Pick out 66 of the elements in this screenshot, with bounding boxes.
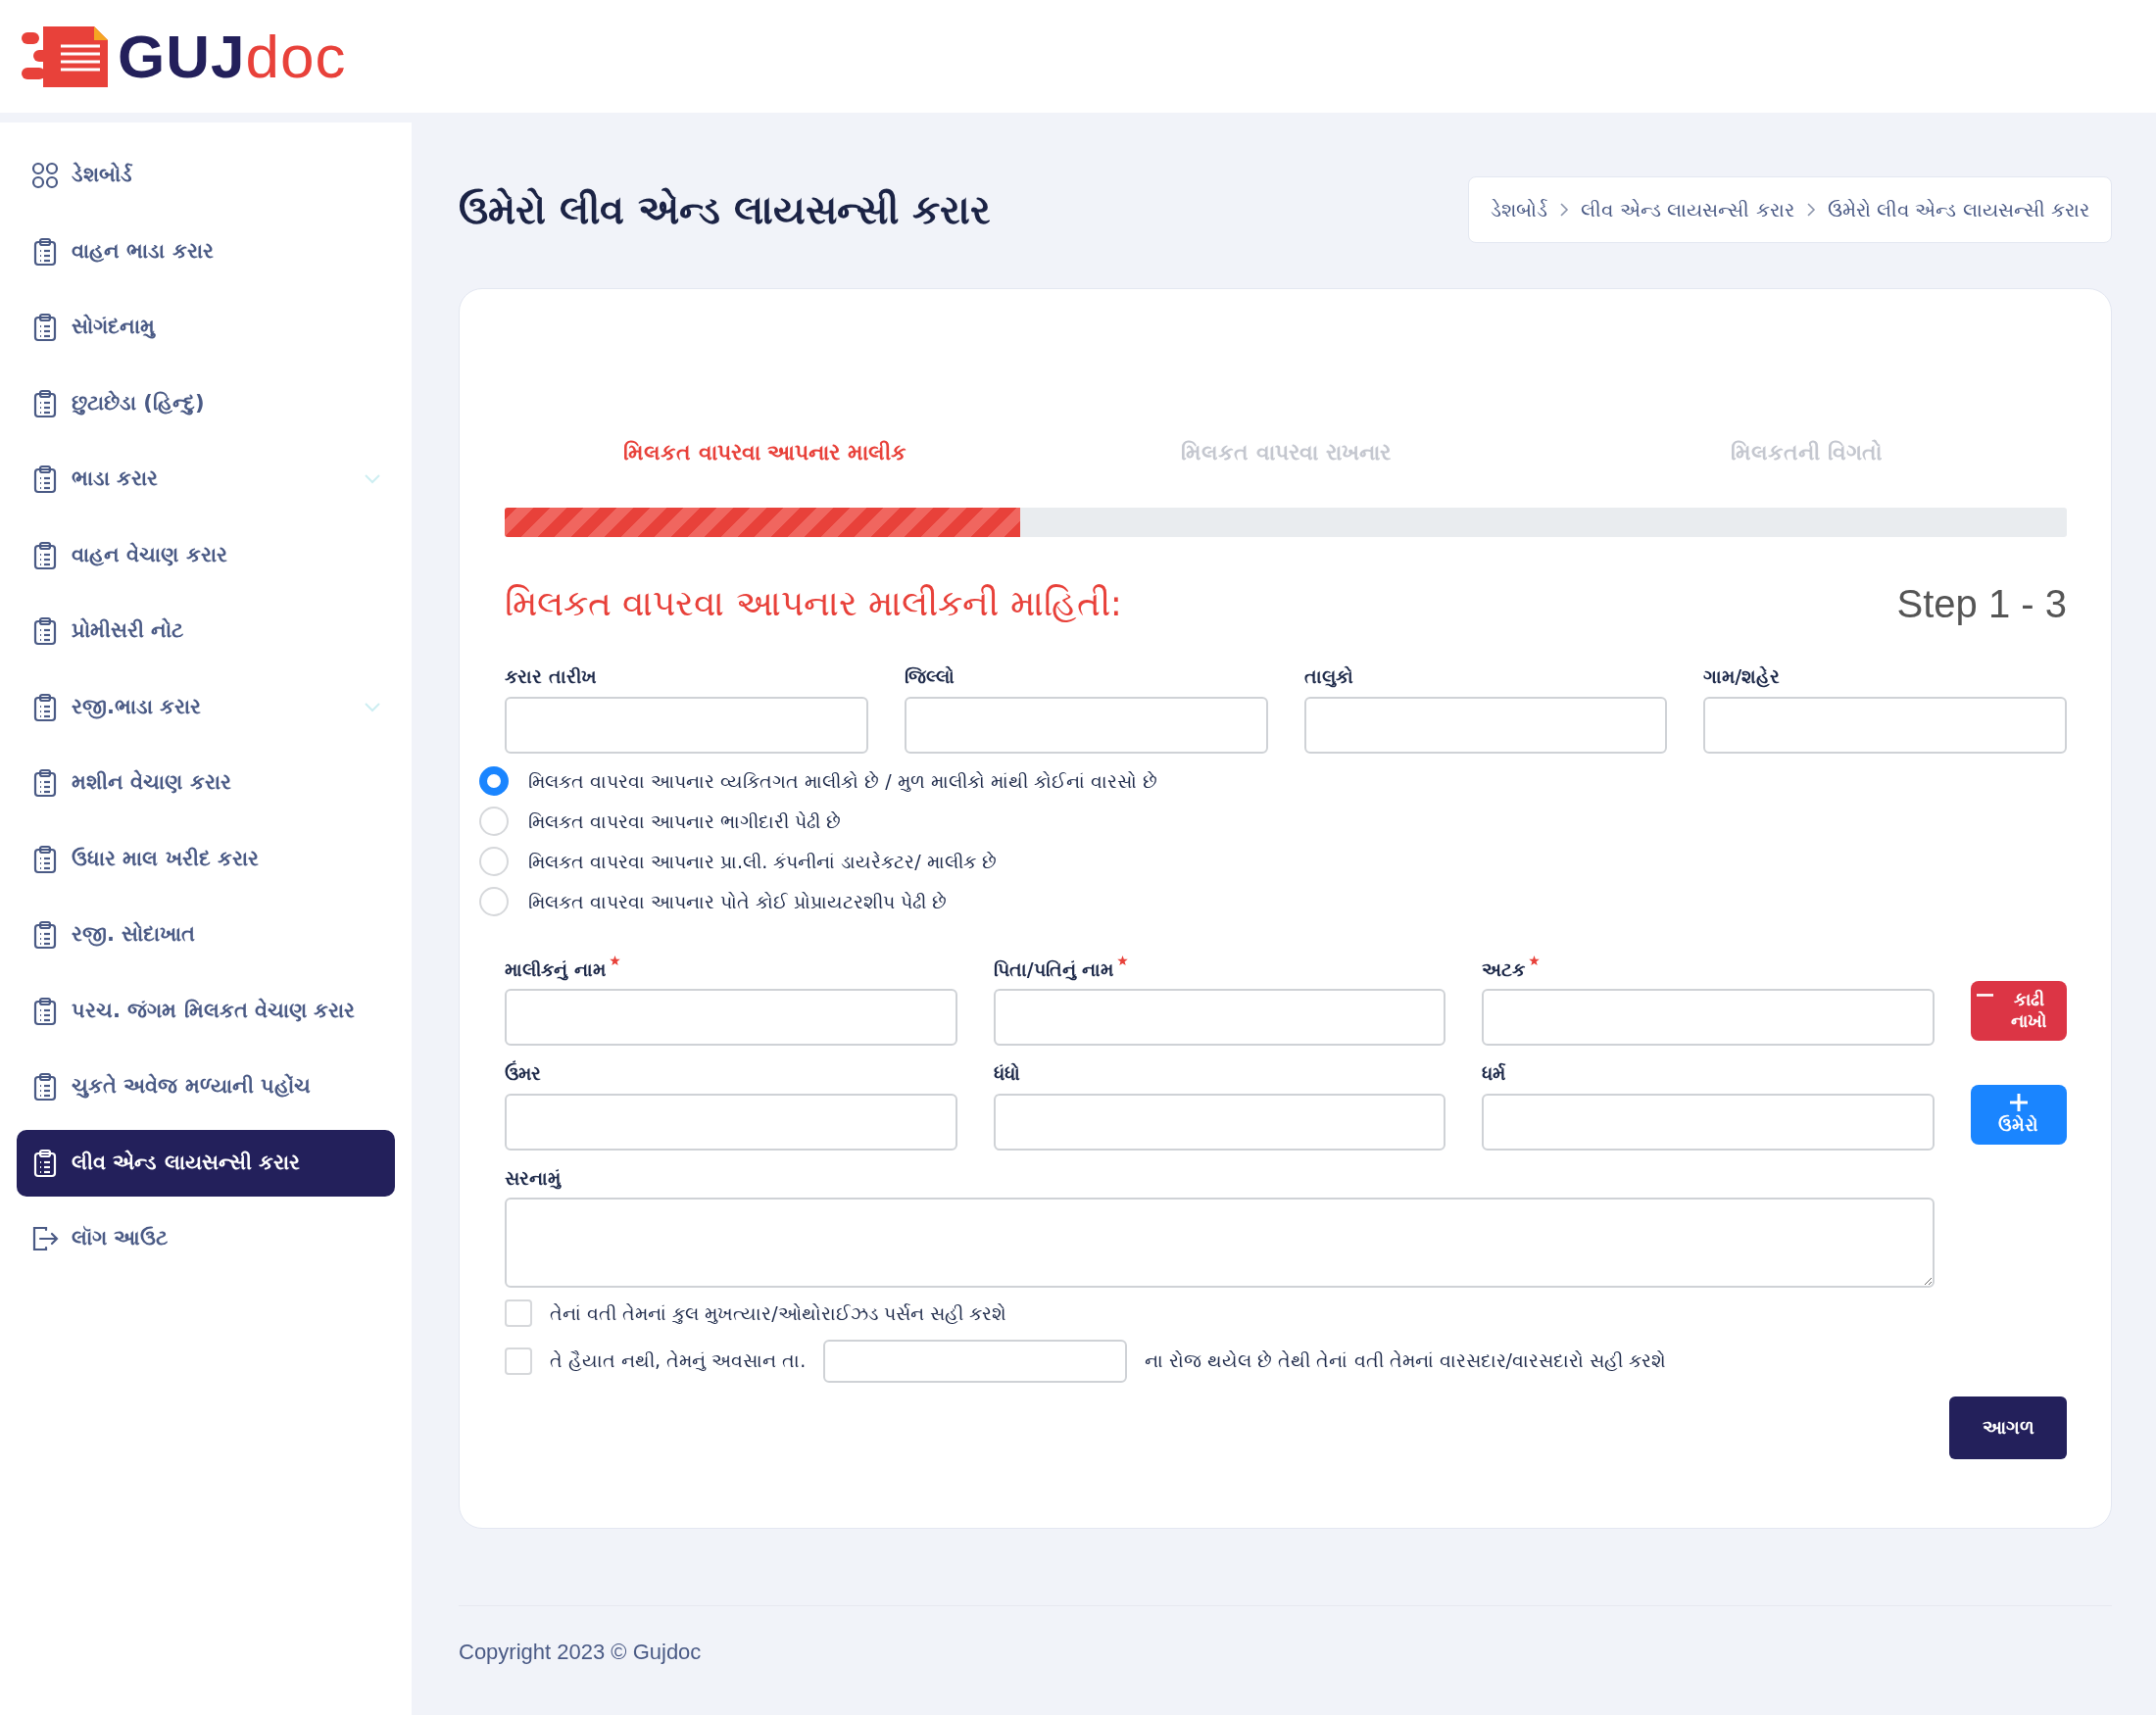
date-field[interactable] bbox=[823, 1339, 1128, 1383]
field-label: પિતા/પતિનું નામ bbox=[993, 956, 1114, 983]
logout-icon bbox=[30, 1224, 60, 1253]
copyright-text: Copyright 2023 © Gujdoc bbox=[459, 1638, 703, 1666]
input-field[interactable] bbox=[993, 989, 1446, 1046]
checkbox[interactable] bbox=[505, 1299, 532, 1328]
field-label: તાલુકો bbox=[1303, 664, 1353, 690]
sidebar-item[interactable]: ઉધાર માલ ખરીદ કરાર bbox=[17, 825, 395, 893]
field-label: ધંધો bbox=[993, 1061, 1020, 1086]
address-field[interactable] bbox=[505, 1198, 1935, 1288]
next-button[interactable]: આગળ bbox=[1949, 1396, 2067, 1459]
checkbox-label: તેનાં વતી તેમનાં કુલ મુખત્યાર/ઓથોરાઈઝડ પર્સન સહી કરશે bbox=[550, 1301, 1006, 1326]
chevron-right-icon bbox=[1559, 202, 1570, 218]
logo-icon bbox=[22, 24, 110, 89]
sidebar-item[interactable]: સોગંદનામુ bbox=[17, 294, 395, 361]
radio-label: મિલકત વાપરવા આપનાર વ્યકિતગત માલીકો છે / મુળ માલીકો માંથી કોઈનાં વારસો છે bbox=[528, 768, 1157, 794]
field-label: કરાર તારીખ bbox=[505, 664, 597, 689]
checkbox-label: તે હૈયાત નથી, તેમનું અવસાન તા. bbox=[550, 1348, 807, 1374]
input-field[interactable] bbox=[904, 696, 1268, 754]
input-field[interactable] bbox=[993, 1093, 1446, 1151]
field-label: સરનામું bbox=[505, 1165, 561, 1192]
field-label: ગામ/શહેર bbox=[1703, 664, 1781, 690]
chevron-right-icon bbox=[1805, 202, 1816, 218]
sidebar-item[interactable]: રજી.ભાડા કરાર bbox=[17, 673, 395, 741]
step-counter: Step 1 - 3 bbox=[1896, 581, 2067, 627]
input-field[interactable] bbox=[505, 1093, 957, 1151]
checkbox-label: ના રોજ થયેલ છે તેથી તેનાં વતી તેમનાં વારસદાર/વારસદારો સહી કરશે bbox=[1145, 1348, 1667, 1374]
breadcrumb-item[interactable]: લીવ એન્ડ લાયસન્સી કરાર bbox=[1581, 195, 1794, 224]
sidebar-item[interactable]: પરચ. જંગમ મિલકત વેચાણ કરાર bbox=[17, 977, 395, 1045]
action-button[interactable]: ઉમેરો bbox=[1971, 1085, 2067, 1145]
action-button[interactable]: કાઢી નાખો bbox=[1971, 980, 2067, 1041]
sidebar-item[interactable]: મશીન વેચાણ કરાર bbox=[17, 750, 395, 816]
sidebar-item[interactable]: લૉગ આઉટ bbox=[17, 1205, 395, 1272]
plus-icon bbox=[2009, 1093, 2029, 1112]
radio-label: મિલકત વાપરવા આપનાર પોતે કોઈ પ્રોપ્રાયટરશીપ પેઢી છે bbox=[528, 889, 948, 914]
sidebar-item[interactable]: વાહન ભાડા કરાર bbox=[17, 218, 395, 285]
sidebar-item[interactable]: ભાડા કરાર bbox=[17, 446, 395, 513]
radio-label: મિલકત વાપરવા આપનાર પ્રા.લી. કંપનીનાં ડાયરેકટર/ માલીક છે bbox=[528, 849, 997, 874]
field-label: ઉંમર bbox=[505, 1059, 541, 1086]
page-title: ઉમેરો લીવ એન્ડ લાયસન્સી કરાર bbox=[459, 186, 991, 233]
breadcrumb-item: ઉમેરો લીવ એન્ડ લાયસન્સી કરાર bbox=[1827, 197, 2089, 223]
input-field[interactable] bbox=[1482, 989, 1935, 1046]
sidebar-item[interactable]: લીવ એન્ડ લાયસન્સી કરાર bbox=[17, 1129, 395, 1197]
sidebar-item[interactable]: રજી. સોદાખાત bbox=[17, 902, 395, 968]
sidebar-item[interactable]: પ્રોમીસરી નોટ bbox=[17, 598, 395, 664]
section-heading: મિલકત વાપરવા આપનાર માલીકની માહિતી: bbox=[505, 582, 1122, 625]
dashboard-icon bbox=[30, 161, 60, 190]
sidebar-item[interactable]: ચુકતે અવેજ મળ્યાની પહોંચ bbox=[17, 1054, 395, 1120]
input-field[interactable] bbox=[1482, 1093, 1935, 1151]
field-label: માલીકનું નામ bbox=[505, 956, 606, 983]
input-field[interactable] bbox=[1303, 696, 1668, 754]
sidebar-item[interactable]: ડેશબોર્ડ bbox=[17, 142, 395, 209]
input-field[interactable] bbox=[1703, 696, 2067, 754]
input-field[interactable] bbox=[505, 696, 868, 754]
logo-text: GUJdoc bbox=[118, 25, 347, 87]
radio-label: મિલકત વાપરવા આપનાર ભાગીદારી પેઢી છે bbox=[528, 808, 842, 834]
radio-button[interactable] bbox=[479, 766, 509, 796]
step-tab[interactable]: મિલકત વાપરવા આપનાર માલીક bbox=[623, 440, 907, 465]
sidebar-item[interactable]: વાહન વેચાણ કરાર bbox=[17, 521, 395, 589]
input-field[interactable] bbox=[505, 989, 957, 1046]
breadcrumb-item[interactable]: ડેશબોર્ડ bbox=[1491, 195, 1548, 224]
sidebar-item[interactable]: છુટાછેડા (હિન્દુ) bbox=[17, 369, 395, 437]
field-label: અટક bbox=[1482, 956, 1526, 982]
field-label: જિલ્લો bbox=[904, 664, 955, 689]
field-label: ધર્મ bbox=[1482, 1061, 1506, 1086]
checkbox[interactable] bbox=[505, 1347, 532, 1375]
